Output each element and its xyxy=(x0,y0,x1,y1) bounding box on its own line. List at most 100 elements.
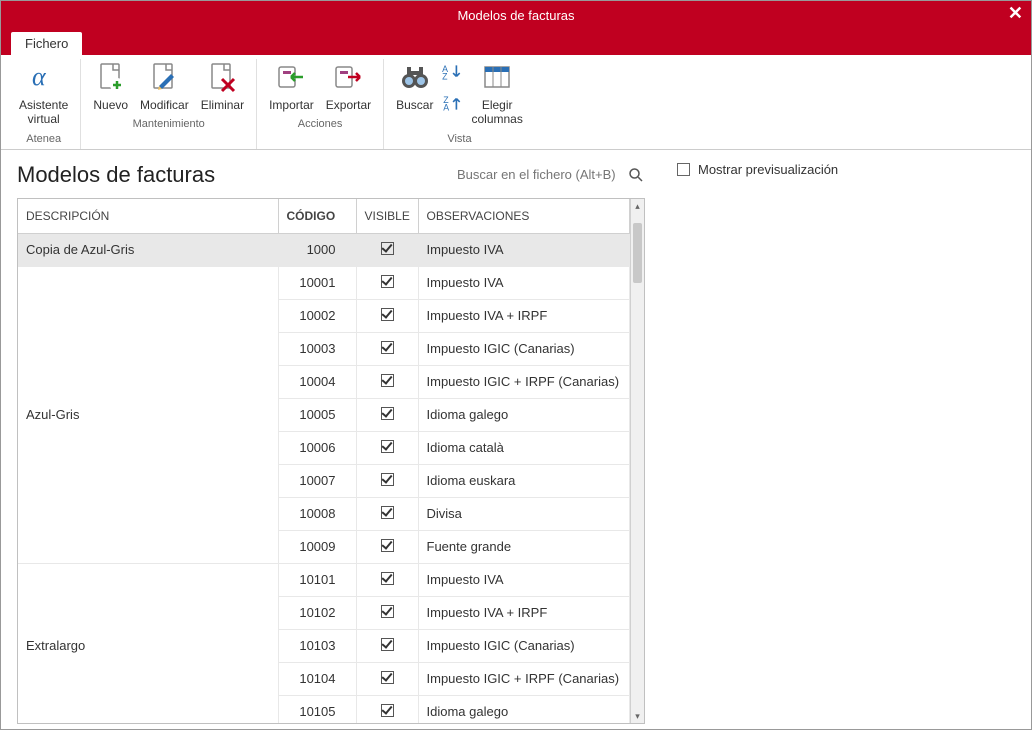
sort-za-icon: ZA xyxy=(441,92,463,119)
table-row[interactable]: Extralargo10101Impuesto IVA xyxy=(18,563,630,596)
cell-visible[interactable] xyxy=(356,398,418,431)
cell-descripcion: Copia de Azul-Gris xyxy=(18,233,278,266)
sort-az-button[interactable]: AZ xyxy=(439,59,465,90)
ribbon-button-label: Buscar xyxy=(396,98,433,112)
cell-observaciones: Idioma galego xyxy=(418,695,630,723)
checkbox-icon xyxy=(381,605,394,618)
ribbon-group: αAsistentevirtualAtenea xyxy=(7,59,81,149)
col-header-visible[interactable]: VISIBLE xyxy=(356,199,418,234)
cell-descripcion: Azul-Gris xyxy=(18,266,278,563)
cell-observaciones: Impuesto IGIC (Canarias) xyxy=(418,629,630,662)
cell-visible[interactable] xyxy=(356,431,418,464)
checkbox-icon xyxy=(381,506,394,519)
cell-observaciones: Impuesto IVA + IRPF xyxy=(418,299,630,332)
search-icon[interactable] xyxy=(627,166,645,184)
checkbox-icon xyxy=(381,473,394,486)
show-preview-checkbox[interactable]: Mostrar previsualización xyxy=(677,162,1015,177)
alpha-icon: α xyxy=(28,61,60,98)
exportar-button[interactable]: Exportar xyxy=(320,59,377,114)
cell-visible[interactable] xyxy=(356,563,418,596)
eliminar-button[interactable]: Eliminar xyxy=(195,59,250,114)
page-plus-icon xyxy=(95,61,127,98)
table-row[interactable]: Azul-Gris10001Impuesto IVA xyxy=(18,266,630,299)
cell-codigo: 10009 xyxy=(278,530,356,563)
cell-visible[interactable] xyxy=(356,497,418,530)
svg-text:A: A xyxy=(444,103,450,113)
importar-button[interactable]: Importar xyxy=(263,59,320,114)
ribbon-group-label: Atenea xyxy=(13,129,74,149)
cell-observaciones: Fuente grande xyxy=(418,530,630,563)
cell-visible[interactable] xyxy=(356,299,418,332)
page-x-icon xyxy=(206,61,238,98)
checkbox-icon xyxy=(381,539,394,552)
checkbox-icon xyxy=(381,572,394,585)
cell-observaciones: Impuesto IVA xyxy=(418,266,630,299)
cell-codigo: 1000 xyxy=(278,233,356,266)
page-title: Modelos de facturas xyxy=(17,162,215,188)
cell-visible[interactable] xyxy=(356,695,418,723)
ribbon-group: Nuevo Modificar EliminarMantenimiento xyxy=(81,59,257,149)
checkbox-icon xyxy=(381,242,394,255)
cell-codigo: 10006 xyxy=(278,431,356,464)
cell-codigo: 10008 xyxy=(278,497,356,530)
search-input[interactable] xyxy=(451,163,621,187)
cell-observaciones: Idioma galego xyxy=(418,398,630,431)
svg-text:Z: Z xyxy=(443,72,449,82)
titlebar: Modelos de facturas ✕ xyxy=(1,1,1031,29)
nuevo-button[interactable]: Nuevo xyxy=(87,59,134,114)
ribbon-group: ImportarExportarAcciones xyxy=(257,59,384,149)
cell-observaciones: Impuesto IVA xyxy=(418,233,630,266)
cell-codigo: 10105 xyxy=(278,695,356,723)
cell-visible[interactable] xyxy=(356,233,418,266)
ribbon-group: Buscar AZZAElegircolumnasVista xyxy=(384,59,535,149)
cell-visible[interactable] xyxy=(356,629,418,662)
cell-visible[interactable] xyxy=(356,464,418,497)
table-scroll[interactable]: DESCRIPCIÓN CÓDIGO VISIBLE OBSERVACIONES… xyxy=(18,199,630,723)
cell-descripcion: Extralargo xyxy=(18,563,278,723)
ribbon-button-label: Nuevo xyxy=(93,98,128,112)
sort-za-button[interactable]: ZA xyxy=(439,90,465,121)
columnas-button[interactable]: Elegircolumnas xyxy=(465,59,528,129)
asistente-button[interactable]: αAsistentevirtual xyxy=(13,59,74,129)
content: Modelos de facturas DESCRIPCIÓN CÓDIGO V… xyxy=(1,150,1031,736)
cell-codigo: 10102 xyxy=(278,596,356,629)
sort-buttons: AZZA xyxy=(439,59,465,121)
cell-observaciones: Impuesto IGIC (Canarias) xyxy=(418,332,630,365)
cell-codigo: 10001 xyxy=(278,266,356,299)
file-tab[interactable]: Fichero xyxy=(11,32,82,55)
ribbon-group-label: Mantenimiento xyxy=(87,114,250,134)
cell-visible[interactable] xyxy=(356,596,418,629)
cell-visible[interactable] xyxy=(356,266,418,299)
cell-visible[interactable] xyxy=(356,662,418,695)
checkbox-icon xyxy=(381,671,394,684)
cell-codigo: 10002 xyxy=(278,299,356,332)
ribbon-button-label: Modificar xyxy=(140,98,189,112)
table-row[interactable]: Copia de Azul-Gris1000 Impuesto IVA xyxy=(18,233,630,266)
scroll-thumb[interactable] xyxy=(633,223,642,283)
scroll-up-icon[interactable]: ▴ xyxy=(631,199,644,213)
main-panel: Modelos de facturas DESCRIPCIÓN CÓDIGO V… xyxy=(1,150,661,736)
cell-visible[interactable] xyxy=(356,530,418,563)
columns-icon xyxy=(481,61,513,98)
cell-visible[interactable] xyxy=(356,365,418,398)
close-icon[interactable]: ✕ xyxy=(1008,3,1023,24)
modificar-button[interactable]: Modificar xyxy=(134,59,195,114)
ribbon-button-label: Asistentevirtual xyxy=(19,98,68,127)
col-header-observaciones[interactable]: OBSERVACIONES xyxy=(418,199,630,234)
data-table: DESCRIPCIÓN CÓDIGO VISIBLE OBSERVACIONES… xyxy=(18,199,630,723)
scroll-down-icon[interactable]: ▾ xyxy=(631,709,644,723)
binoculars-icon xyxy=(399,61,431,98)
vertical-scrollbar[interactable]: ▴ ▾ xyxy=(630,199,644,723)
col-header-codigo[interactable]: CÓDIGO xyxy=(278,199,356,234)
buscar-button[interactable]: Buscar xyxy=(390,59,439,114)
data-table-container: DESCRIPCIÓN CÓDIGO VISIBLE OBSERVACIONES… xyxy=(17,198,645,724)
col-header-descripcion[interactable]: DESCRIPCIÓN xyxy=(18,199,278,234)
checkbox-icon xyxy=(677,163,690,176)
table-header-row: DESCRIPCIÓN CÓDIGO VISIBLE OBSERVACIONES xyxy=(18,199,630,234)
cell-codigo: 10104 xyxy=(278,662,356,695)
cell-codigo: 10004 xyxy=(278,365,356,398)
cell-observaciones: Idioma euskara xyxy=(418,464,630,497)
cell-observaciones: Idioma català xyxy=(418,431,630,464)
cell-visible[interactable] xyxy=(356,332,418,365)
checkbox-icon xyxy=(381,704,394,717)
